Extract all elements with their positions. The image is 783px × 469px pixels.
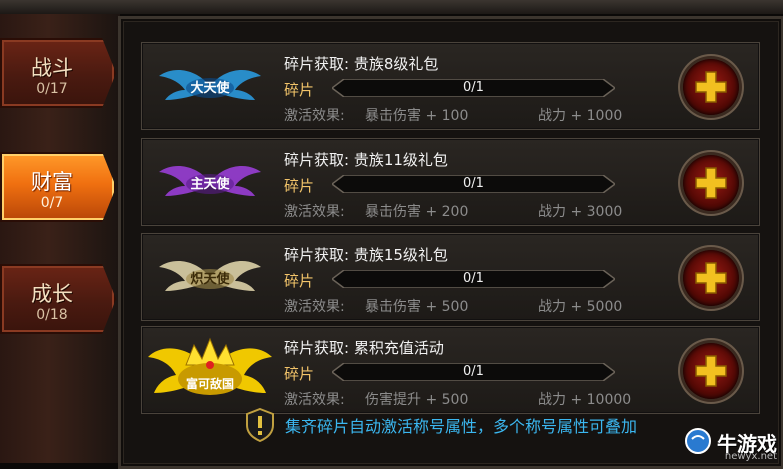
tab-growth-count: 0/18 — [36, 307, 68, 323]
row-title: 碎片获取: 累积充值活动 — [284, 339, 444, 357]
tab-growth[interactable]: 成长 0/18 — [0, 264, 116, 334]
archangel-badge: 大天使 — [142, 43, 278, 129]
title-row-seraph: 炽天使 碎片获取: 贵族15级礼包 碎片 0/1 激活效果: 暴击伤害 + 50… — [141, 233, 760, 321]
principality-badge-text: 主天使 — [190, 177, 230, 192]
tab-battle-label: 战斗 — [31, 56, 73, 80]
plus-icon — [695, 167, 727, 199]
plus-icon — [695, 262, 727, 294]
site-watermark: 牛游戏 newyx.net — [683, 427, 777, 462]
tab-battle[interactable]: 战斗 0/17 — [0, 38, 116, 108]
effect-value: 伤害提升 + 500 — [365, 392, 469, 408]
effect-label: 激活效果: — [284, 392, 345, 408]
hint-bar: 集齐碎片自动激活称号属性，多个称号属性可叠加 — [245, 408, 637, 442]
power-value: 战力 + 3000 — [538, 204, 623, 220]
tab-wealth[interactable]: 财富 0/7 — [0, 152, 116, 222]
tycoon-badge: 富可敌国 — [142, 327, 278, 413]
effect-label: 激活效果: — [284, 299, 345, 315]
effect-label: 激活效果: — [284, 204, 345, 220]
add-button[interactable] — [683, 343, 739, 399]
principality-badge: 主天使 — [142, 139, 278, 225]
seraph-badge: 炽天使 — [142, 234, 278, 320]
tab-wealth-count: 0/7 — [40, 195, 64, 211]
fragment-progress-bar: 0/1 — [332, 363, 615, 381]
tab-growth-label: 成长 — [31, 282, 73, 306]
fragment-progress-text: 0/1 — [463, 176, 484, 191]
title-row-archangel: 大天使 碎片获取: 贵族8级礼包 碎片 0/1 激活效果: 暴击伤害 + 100… — [141, 42, 760, 130]
row-title: 碎片获取: 贵族8级礼包 — [284, 55, 439, 73]
power-value: 战力 + 1000 — [538, 108, 623, 124]
watermark-url: newyx.net — [724, 451, 777, 462]
fragment-label: 碎片 — [284, 365, 315, 383]
add-button[interactable] — [683, 59, 739, 115]
power-value: 战力 + 10000 — [538, 392, 632, 408]
title-row-principality: 主天使 碎片获取: 贵族11级礼包 碎片 0/1 激活效果: 暴击伤害 + 20… — [141, 138, 760, 226]
hint-text: 集齐碎片自动激活称号属性，多个称号属性可叠加 — [285, 417, 638, 436]
fragment-progress-text: 0/1 — [463, 364, 484, 379]
archangel-badge-text: 大天使 — [190, 81, 230, 96]
seraph-badge-text: 炽天使 — [190, 272, 230, 287]
tycoon-badge-text: 富可敌国 — [185, 377, 234, 391]
plus-icon — [695, 355, 727, 387]
plus-icon — [695, 71, 727, 103]
add-button[interactable] — [683, 250, 739, 306]
watermark-logo-icon — [685, 428, 711, 454]
power-value: 战力 + 5000 — [538, 299, 623, 315]
fragment-label: 碎片 — [284, 272, 315, 290]
fragment-progress-bar: 0/1 — [332, 175, 615, 193]
row-title: 碎片获取: 贵族15级礼包 — [284, 246, 448, 264]
effect-value: 暴击伤害 + 100 — [365, 108, 469, 124]
fragment-progress-text: 0/1 — [463, 271, 484, 286]
effect-label: 激活效果: — [284, 108, 345, 124]
title-row-tycoon: 富可敌国 碎片获取: 累积充值活动 碎片 0/1 激活效果: 伤害提升 + 50… — [141, 326, 760, 414]
shield-info-icon — [246, 408, 274, 442]
tab-battle-count: 0/17 — [36, 81, 68, 97]
effect-value: 暴击伤害 + 500 — [365, 299, 469, 315]
add-button[interactable] — [683, 155, 739, 211]
effect-value: 暴击伤害 + 200 — [365, 204, 469, 220]
fragment-progress-bar: 0/1 — [332, 270, 615, 288]
tab-wealth-label: 财富 — [31, 170, 73, 194]
fragment-progress-bar: 0/1 — [332, 79, 615, 97]
fragment-label: 碎片 — [284, 177, 315, 195]
fragment-progress-text: 0/1 — [463, 80, 484, 95]
fragment-label: 碎片 — [284, 81, 315, 99]
row-title: 碎片获取: 贵族11级礼包 — [284, 151, 448, 169]
top-frame — [0, 0, 783, 14]
